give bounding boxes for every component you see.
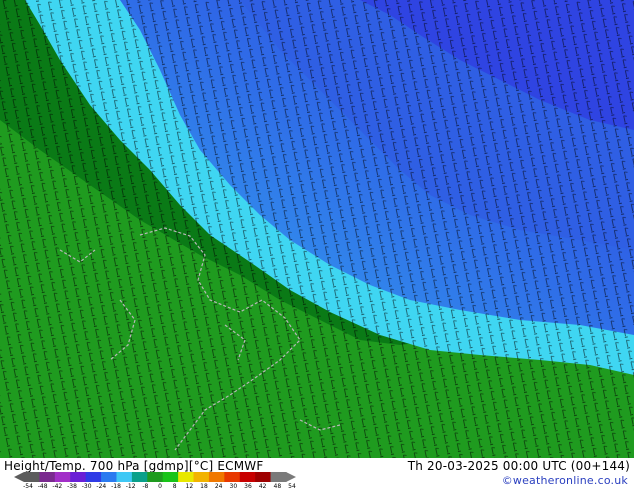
colorbar-segment	[224, 472, 241, 482]
colorbar-segment	[131, 472, 148, 482]
colorbar-segment	[208, 472, 225, 482]
colorbar-tick-label: 0	[158, 483, 162, 490]
colorbar-segment	[178, 472, 195, 482]
colorbar-segment	[70, 472, 87, 482]
colorbar-segment	[162, 472, 179, 482]
colorbar-tick-label: -8	[142, 483, 149, 490]
weather-chart: Height/Temp. 700 hPa [gdmp][°C] ECMWF Th…	[0, 0, 634, 490]
valid-time: Th 20-03-2025 00:00 UTC (00+144)	[407, 459, 630, 473]
colorbar-tick-label: -30	[81, 483, 92, 490]
colorbar-tick-label: 54	[288, 483, 296, 490]
colorbar-tick-label: -38	[67, 483, 77, 490]
colorbar-tick-label: 8	[172, 483, 177, 490]
colorbar-tick-label: -48	[37, 483, 48, 490]
colorbar-tick-label: 12	[185, 483, 194, 490]
colorbar-segment	[101, 472, 117, 482]
colorbar-tick-label: -24	[96, 483, 107, 490]
colorbar-tick-label: -54	[23, 483, 33, 490]
colorbar-segment	[54, 472, 71, 482]
colorbar-segment	[270, 472, 287, 482]
colorbar-segment	[39, 472, 56, 482]
wind-barbs	[0, 0, 634, 458]
chart-title: Height/Temp. 700 hPa [gdmp][°C] ECMWF	[4, 459, 264, 473]
colorbar-segment	[24, 472, 40, 482]
colorbar-tick-label: -42	[52, 483, 63, 490]
colorbar-segment	[85, 472, 102, 482]
colorbar-arrow-left	[14, 472, 24, 482]
colorbar-segment	[255, 472, 272, 482]
colorbar-segment	[116, 472, 133, 482]
colorbar-segment	[239, 472, 256, 482]
colorbar-tick-label: -18	[111, 483, 121, 490]
copyright-link[interactable]: ©weatheronline.co.uk	[502, 474, 628, 487]
colorbar-arrow-right	[286, 472, 296, 482]
colorbar-segment	[193, 472, 210, 482]
colorbar-tick-label: 42	[258, 483, 267, 490]
colorbar-tick-label: -12	[125, 483, 136, 490]
colorbar-tick-label: 18	[200, 483, 208, 490]
colorbar-tick-label: 48	[273, 483, 282, 490]
colorbar-tick-label: 36	[244, 483, 252, 490]
colorbar-tick-label: 30	[229, 483, 238, 490]
colorbar	[14, 472, 296, 482]
colorbar-segment	[147, 472, 164, 482]
map-canvas	[0, 0, 634, 458]
colorbar-tick-label: 24	[214, 483, 223, 490]
